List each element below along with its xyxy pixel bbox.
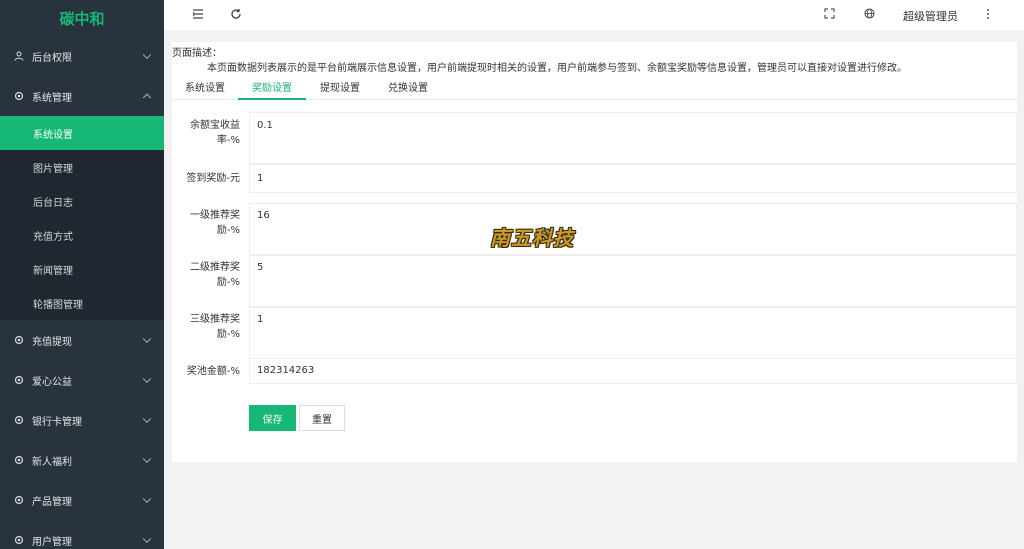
sidebar: 碳中和 后台权限 系统管理 系统设置 图片管理 后台日志 充值方式 新闻管理 轮… [0, 0, 164, 549]
field-label-line: 奖池金额-% [186, 366, 240, 377]
chevron-down-icon [142, 374, 152, 384]
sidebar-item-admin-logs[interactable]: 后台日志 [0, 184, 164, 218]
tab-withdraw-settings[interactable]: 提现设置 [320, 79, 360, 94]
chevron-down-icon [142, 534, 152, 544]
field-label-line: 励-% [216, 329, 240, 340]
sidebar-item-recharge-methods[interactable]: 充值方式 [0, 218, 164, 252]
sidebar-item-newcomer-benefits[interactable]: 新人福利 [0, 440, 164, 480]
sidebar-item-recharge-withdraw[interactable]: 充值提现 [0, 320, 164, 360]
field-label-line: 一级推荐奖 [190, 210, 240, 221]
level2-referral-input[interactable]: 5 [249, 255, 1017, 307]
field-label: 余额宝收益 率-% [182, 118, 240, 148]
chevron-down-icon [142, 50, 152, 60]
sidebar-item-products[interactable]: 产品管理 [0, 480, 164, 520]
menu-fold-icon[interactable] [192, 8, 204, 23]
gear-icon [14, 91, 24, 101]
sidebar-item-label: 银行卡管理 [32, 416, 82, 428]
chevron-down-icon [142, 494, 152, 504]
sidebar-item-system-settings[interactable]: 系统设置 [0, 116, 164, 150]
sidebar-item-label: 用户管理 [32, 536, 72, 548]
chevron-down-icon [142, 454, 152, 464]
gear-icon [14, 455, 24, 465]
gear-icon [14, 535, 24, 545]
field-label-line: 签到奖励-元 [186, 173, 240, 184]
tab-bar: 系统设置 奖励设置 提现设置 兑换设置 [172, 74, 1017, 100]
save-button[interactable]: 保存 [249, 405, 296, 431]
refresh-icon[interactable] [230, 8, 242, 23]
watermark-logo: 南五科技 [490, 225, 574, 250]
field-label: 一级推荐奖 励-% [182, 208, 240, 238]
gear-icon [14, 415, 24, 425]
sidebar-item-label: 充值提现 [32, 336, 72, 348]
sidebar-item-label: 爱心公益 [32, 376, 72, 388]
sidebar-item-label: 新人福利 [32, 456, 72, 468]
field-label-line: 率-% [216, 135, 240, 146]
tab-system-settings[interactable]: 系统设置 [185, 79, 225, 94]
yuebao-rate-input[interactable]: 0.1 [249, 112, 1017, 164]
gear-icon [14, 375, 24, 385]
field-label: 签到奖励-元 [182, 171, 240, 186]
reset-button[interactable]: 重置 [299, 405, 345, 431]
level1-referral-input[interactable]: 16 [249, 203, 1017, 255]
user-icon [14, 51, 24, 61]
sidebar-item-users[interactable]: 用户管理 [0, 520, 164, 549]
field-label-line: 三级推荐奖 [190, 314, 240, 325]
sidebar-item-charity[interactable]: 爱心公益 [0, 360, 164, 400]
submenu-system-management: 系统设置 图片管理 后台日志 充值方式 新闻管理 轮播图管理 [0, 116, 164, 320]
field-label: 二级推荐奖 励-% [182, 260, 240, 290]
tab-exchange-settings[interactable]: 兑换设置 [388, 79, 428, 94]
fullscreen-icon[interactable] [824, 8, 835, 22]
sidebar-item-system-management[interactable]: 系统管理 [0, 76, 164, 116]
gear-icon [14, 495, 24, 505]
level3-referral-input[interactable]: 1 [249, 307, 1017, 359]
field-label-line: 二级推荐奖 [190, 262, 240, 273]
chevron-up-icon [142, 93, 152, 103]
globe-icon[interactable] [864, 8, 875, 22]
prize-pool-input[interactable]: 182314263 [249, 358, 1017, 384]
field-label-line: 余额宝收益 [190, 120, 240, 131]
sidebar-item-admin-permissions[interactable]: 后台权限 [0, 36, 164, 76]
sidebar-item-label: 后台权限 [32, 52, 72, 64]
chevron-down-icon [142, 334, 152, 344]
sidebar-item-carousel-management[interactable]: 轮播图管理 [0, 286, 164, 320]
field-label: 奖池金额-% [182, 364, 240, 379]
page-description-text: 本页面数据列表展示的是平台前端展示信息设置，用户前端提现时相关的设置，用户前端参… [207, 63, 907, 74]
more-vertical-icon[interactable] [986, 8, 990, 23]
field-label-line: 励-% [216, 225, 240, 236]
user-name[interactable]: 超级管理员 [903, 8, 958, 24]
field-label-line: 励-% [216, 277, 240, 288]
tab-reward-settings[interactable]: 奖励设置 [252, 79, 292, 94]
sidebar-item-label: 产品管理 [32, 496, 72, 508]
sidebar-item-news-management[interactable]: 新闻管理 [0, 252, 164, 286]
sidebar-item-bank-cards[interactable]: 银行卡管理 [0, 400, 164, 440]
sidebar-item-label: 系统管理 [32, 92, 72, 104]
sidebar-item-image-management[interactable]: 图片管理 [0, 150, 164, 184]
active-tab-indicator [238, 98, 306, 100]
app-logo[interactable]: 碳中和 [0, 0, 164, 36]
gear-icon [14, 335, 24, 345]
page-description-label: 页面描述： [172, 48, 222, 59]
checkin-reward-input[interactable]: 1 [249, 164, 1017, 193]
field-label: 三级推荐奖 励-% [182, 312, 240, 342]
chevron-down-icon [142, 414, 152, 424]
topbar: 超级管理员 [164, 0, 1024, 30]
settings-panel: 页面描述： 本页面数据列表展示的是平台前端展示信息设置，用户前端提现时相关的设置… [172, 42, 1017, 462]
